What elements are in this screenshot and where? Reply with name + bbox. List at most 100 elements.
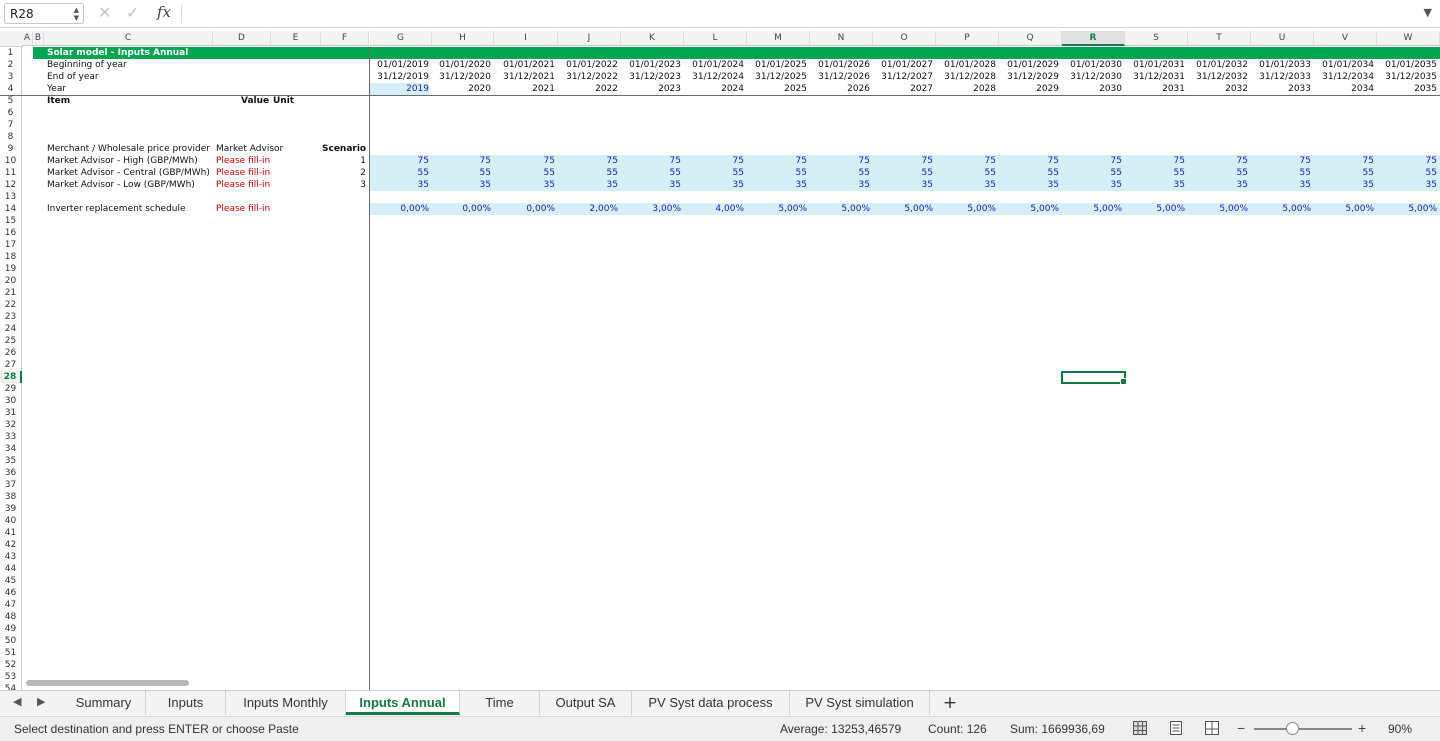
tab-scroll-right-icon[interactable]: ▶ bbox=[37, 695, 45, 708]
label-high[interactable]: Market Advisor - High (GBP/MWh) bbox=[47, 155, 198, 167]
cell-high[interactable]: 75 bbox=[558, 155, 618, 167]
cell-central[interactable]: 55 bbox=[747, 167, 807, 179]
row-header[interactable]: 44 bbox=[0, 563, 22, 575]
column-header-s[interactable]: S bbox=[1125, 31, 1188, 46]
cell-year[interactable]: 2035 bbox=[1377, 83, 1437, 95]
cell-low[interactable]: 35 bbox=[1377, 179, 1437, 191]
status-average[interactable]: Average: 13253,46579 bbox=[780, 722, 901, 736]
cell-year[interactable]: 2026 bbox=[810, 83, 870, 95]
column-header-g[interactable]: G bbox=[370, 31, 432, 46]
cell-low[interactable]: 35 bbox=[432, 179, 491, 191]
cell-begin[interactable]: 01/01/2019 bbox=[370, 59, 429, 71]
cell-central[interactable]: 55 bbox=[810, 167, 870, 179]
row-header[interactable]: 3 bbox=[0, 71, 22, 83]
cell-high[interactable]: 75 bbox=[432, 155, 491, 167]
column-header-u[interactable]: U bbox=[1251, 31, 1314, 46]
cell-central[interactable]: 55 bbox=[1377, 167, 1437, 179]
cell-high[interactable]: 75 bbox=[999, 155, 1059, 167]
cell-central[interactable]: 55 bbox=[1251, 167, 1311, 179]
cell-end[interactable]: 31/12/2034 bbox=[1314, 71, 1374, 83]
row-header[interactable]: 17 bbox=[0, 239, 22, 251]
column-header-p[interactable]: P bbox=[936, 31, 999, 46]
add-sheet-button[interactable]: + bbox=[940, 693, 960, 713]
zoom-slider-knob[interactable] bbox=[1286, 722, 1300, 735]
cell-central[interactable]: 55 bbox=[558, 167, 618, 179]
cell-end[interactable]: 31/12/2022 bbox=[558, 71, 618, 83]
insert-function-icon[interactable]: fx bbox=[157, 3, 171, 21]
cell-year[interactable]: 2022 bbox=[558, 83, 618, 95]
cell-end[interactable]: 31/12/2033 bbox=[1251, 71, 1311, 83]
cell-low[interactable]: 35 bbox=[1188, 179, 1248, 191]
row-header[interactable]: 34 bbox=[0, 443, 22, 455]
cell-high[interactable]: 75 bbox=[494, 155, 555, 167]
row-header[interactable]: 12 bbox=[0, 179, 22, 191]
row-header[interactable]: 36 bbox=[0, 467, 22, 479]
label-scenario[interactable]: Scenario bbox=[322, 143, 366, 155]
row-header[interactable]: 42 bbox=[0, 539, 22, 551]
row-header[interactable]: 29 bbox=[0, 383, 22, 395]
cell-begin[interactable]: 01/01/2022 bbox=[558, 59, 618, 71]
cell-begin[interactable]: 01/01/2027 bbox=[873, 59, 933, 71]
cell-high[interactable]: 75 bbox=[747, 155, 807, 167]
label-low[interactable]: Market Advisor - Low (GBP/MWh) bbox=[47, 179, 195, 191]
provider-value[interactable]: Market Advisor bbox=[216, 143, 283, 155]
cell-begin[interactable]: 01/01/2035 bbox=[1377, 59, 1437, 71]
row-header[interactable]: 49 bbox=[0, 623, 22, 635]
row-header[interactable]: 2 bbox=[0, 59, 22, 71]
row-header[interactable]: 7 bbox=[0, 119, 22, 131]
row-header[interactable]: 16 bbox=[0, 227, 22, 239]
label-provider[interactable]: Merchant / Wholesale price provider bbox=[47, 143, 210, 155]
cell-central[interactable]: 55 bbox=[1125, 167, 1185, 179]
row-header[interactable]: 14 bbox=[0, 203, 22, 215]
column-header-n[interactable]: N bbox=[810, 31, 873, 46]
cell-central[interactable]: 55 bbox=[1188, 167, 1248, 179]
fill-handle[interactable] bbox=[1120, 378, 1127, 385]
cell-inverter[interactable]: 0,00% bbox=[432, 203, 491, 215]
sheet-tab[interactable]: Inputs Annual bbox=[346, 691, 460, 715]
select-all-corner[interactable] bbox=[0, 31, 23, 47]
column-header-a[interactable]: A bbox=[22, 31, 33, 46]
cell-inverter[interactable]: 5,00% bbox=[1188, 203, 1248, 215]
cell-inverter[interactable]: 0,00% bbox=[494, 203, 555, 215]
cell-end[interactable]: 31/12/2035 bbox=[1377, 71, 1437, 83]
sheet-tab[interactable]: Inputs bbox=[146, 691, 226, 715]
cell-year[interactable]: 2021 bbox=[494, 83, 555, 95]
name-box-stepper-icon[interactable]: ▲ ▼ bbox=[74, 6, 79, 22]
row-header[interactable]: 50 bbox=[0, 635, 22, 647]
cell-central[interactable]: 55 bbox=[999, 167, 1059, 179]
cell-year[interactable]: 2032 bbox=[1188, 83, 1248, 95]
row-header[interactable]: 8 bbox=[0, 131, 22, 143]
zoom-out-button[interactable]: − bbox=[1237, 720, 1245, 736]
row-header[interactable]: 25 bbox=[0, 335, 22, 347]
column-header-b[interactable]: B bbox=[33, 31, 44, 46]
cell-central[interactable]: 55 bbox=[621, 167, 681, 179]
status-count[interactable]: Count: 126 bbox=[928, 722, 987, 736]
spreadsheet-grid[interactable]: ABCDEFGHIJKLMNOPQRSTUVW 1 2 3 4 5 6 7 8 9 10 11 12 1… bbox=[0, 31, 1440, 690]
cell-year[interactable]: 2020 bbox=[432, 83, 491, 95]
cell-begin[interactable]: 01/01/2028 bbox=[936, 59, 996, 71]
cell-inverter[interactable]: 5,00% bbox=[810, 203, 870, 215]
cell-low[interactable]: 35 bbox=[1125, 179, 1185, 191]
cell-low[interactable]: 35 bbox=[747, 179, 807, 191]
cell-low[interactable]: 35 bbox=[873, 179, 933, 191]
cell-central[interactable]: 55 bbox=[873, 167, 933, 179]
label-year[interactable]: Year bbox=[47, 83, 66, 95]
status-sum[interactable]: Sum: 1669936,69 bbox=[1010, 722, 1105, 736]
row-header[interactable]: 4 bbox=[0, 83, 22, 95]
fill-in-high[interactable]: Please fill-in bbox=[216, 155, 270, 167]
cell-begin[interactable]: 01/01/2030 bbox=[1062, 59, 1122, 71]
cell-year[interactable]: 2034 bbox=[1314, 83, 1374, 95]
cell-high[interactable]: 75 bbox=[1188, 155, 1248, 167]
column-header-e[interactable]: E bbox=[271, 31, 321, 46]
cell-low[interactable]: 35 bbox=[1062, 179, 1122, 191]
row-header[interactable]: 48 bbox=[0, 611, 22, 623]
cell-year[interactable]: 2024 bbox=[684, 83, 744, 95]
column-header-l[interactable]: L bbox=[684, 31, 747, 46]
row-header[interactable]: 10 bbox=[0, 155, 22, 167]
cell-low[interactable]: 35 bbox=[621, 179, 681, 191]
formula-expand-icon[interactable]: ▼ bbox=[1424, 6, 1432, 19]
row-header[interactable]: 9 bbox=[0, 143, 22, 155]
sheet-tab[interactable]: PV Syst simulation bbox=[790, 691, 930, 715]
row-header[interactable]: 1 bbox=[0, 47, 22, 59]
scenario-3[interactable]: 3 bbox=[340, 179, 366, 191]
